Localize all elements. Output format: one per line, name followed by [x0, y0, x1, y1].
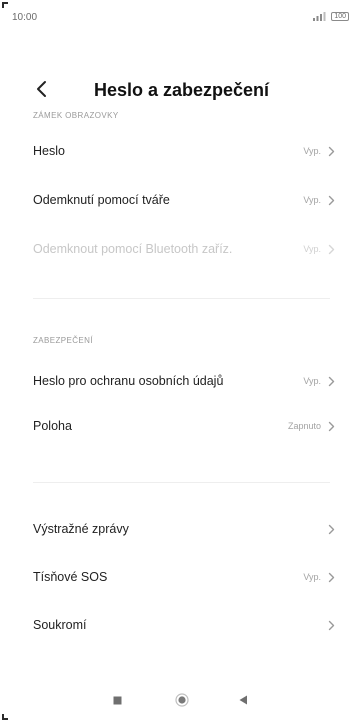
status-icons: 100 [313, 12, 349, 21]
chevron-right-icon [328, 523, 336, 535]
chevron-right-icon [328, 194, 336, 206]
status-bar: 10:00 100 [0, 0, 363, 30]
setting-value: Vyp. [303, 195, 321, 205]
setting-label: Odemknout pomocí Bluetooth zaříz. [33, 242, 233, 256]
section-header-screen-lock: ZÁMEK OBRAZOVKY [33, 111, 119, 120]
signal-icon [313, 12, 326, 21]
header: Heslo a zabezpečení [0, 74, 363, 106]
setting-label: Soukromí [33, 618, 87, 632]
setting-value: Vyp. [303, 572, 321, 582]
chevron-right-icon [328, 619, 336, 631]
recents-button[interactable] [106, 692, 128, 708]
setting-value: Vyp. [303, 146, 321, 156]
settings-screen: 10:00 100 Heslo a zabezpečení ZÁMEK OBRA… [0, 0, 363, 722]
section-divider [33, 298, 330, 299]
square-icon [113, 696, 121, 704]
setting-row-emergency-sos[interactable]: Tísňové SOS Vyp. [0, 557, 363, 597]
status-time: 10:00 [12, 12, 38, 23]
setting-label: Heslo [33, 144, 65, 158]
section-divider [33, 482, 330, 483]
navigation-bar [0, 688, 363, 712]
setting-label: Heslo pro ochranu osobních údajů [33, 374, 224, 388]
setting-value: Zapnuto [287, 421, 321, 431]
section-header-security: ZABEZPEČENÍ [33, 336, 93, 345]
setting-label: Odemknutí pomocí tváře [33, 193, 170, 207]
setting-value: Vyp. [303, 244, 321, 254]
chevron-right-icon [328, 571, 336, 583]
setting-label: Tísňové SOS [33, 570, 108, 584]
page-title: Heslo a zabezpečení [93, 80, 270, 100]
setting-row-alerts[interactable]: Výstražné zprávy [0, 509, 363, 549]
chevron-right-icon [328, 243, 336, 255]
setting-label: Výstražné zprávy [33, 522, 129, 536]
setting-row-location[interactable]: Poloha Zapnuto [0, 406, 363, 446]
setting-label: Poloha [33, 419, 72, 433]
setting-row-face-unlock[interactable]: Odemknutí pomocí tváře Vyp. [0, 180, 363, 220]
chevron-right-icon [328, 420, 336, 432]
setting-row-bluetooth-unlock: Odemknout pomocí Bluetooth zaříz. Vyp. [0, 229, 363, 269]
circle-icon [175, 693, 189, 707]
chevron-right-icon [328, 145, 336, 157]
chevron-right-icon [328, 375, 336, 387]
home-button[interactable] [171, 692, 193, 708]
battery-icon: 100 [331, 12, 349, 21]
setting-row-privacy[interactable]: Soukromí [0, 605, 363, 645]
setting-row-password[interactable]: Heslo Vyp. [0, 131, 363, 171]
setting-value: Vyp. [303, 376, 321, 386]
corner-mark [2, 714, 8, 720]
back-nav-button[interactable] [232, 692, 254, 708]
setting-row-privacy-password[interactable]: Heslo pro ochranu osobních údajů Vyp. [0, 361, 363, 401]
triangle-back-icon [239, 695, 247, 705]
